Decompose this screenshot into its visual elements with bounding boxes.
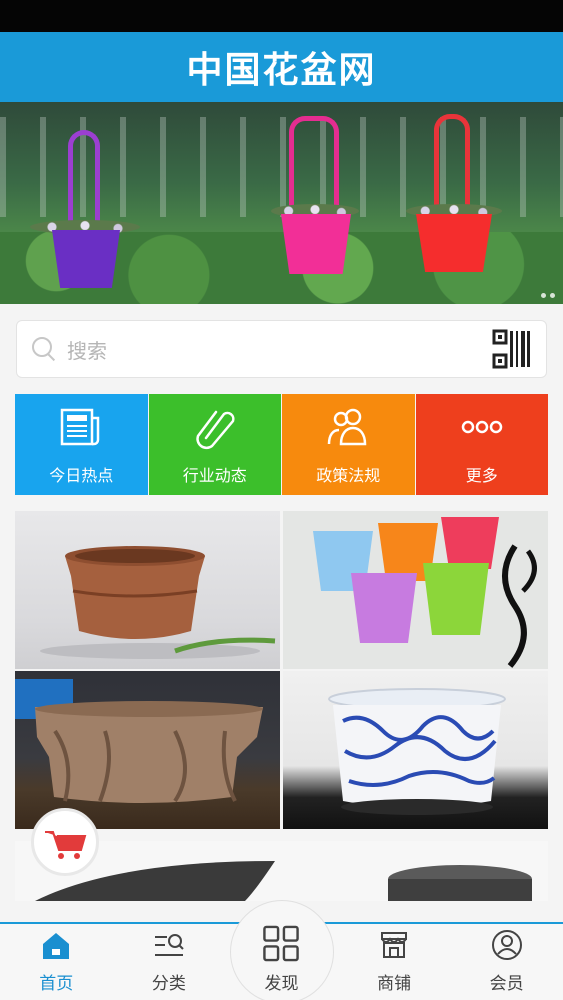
newspaper-icon [61, 408, 100, 445]
quick-link-hot-today[interactable]: 今日热点 [15, 394, 148, 495]
product-tile[interactable] [283, 671, 548, 829]
banner-dot [550, 293, 555, 298]
tab-shop[interactable]: 商铺 [338, 924, 451, 1000]
search-bar[interactable]: 搜索 [16, 320, 547, 378]
tab-home[interactable]: 首页 [0, 924, 113, 1000]
more-dots-icon [461, 420, 502, 433]
cart-icon [43, 820, 87, 864]
product-image-porcelain-pot [328, 688, 506, 815]
tab-label: 分类 [151, 974, 186, 994]
tab-category[interactable]: 分类 [113, 924, 226, 1000]
tab-label: 会员 [489, 974, 524, 994]
product-image-plastic-pots [313, 517, 537, 668]
quick-link-label: 更多 [465, 465, 498, 485]
quick-link-more[interactable]: 更多 [415, 394, 548, 495]
quick-links: 今日热点 行业动态 政策法规 更多 [15, 394, 548, 495]
product-tile[interactable] [283, 511, 548, 669]
search-input[interactable]: 搜索 [67, 335, 492, 364]
banner-dot [541, 293, 546, 298]
quick-link-label: 政策法规 [316, 465, 381, 485]
product-tile[interactable] [15, 511, 280, 669]
status-bar [0, 0, 563, 32]
quick-link-label: 今日热点 [49, 465, 114, 485]
tab-label: 首页 [39, 974, 74, 994]
banner-pagination [541, 293, 555, 298]
tab-discover[interactable]: 发现 [225, 924, 338, 1000]
quick-link-label: 行业动态 [182, 465, 247, 485]
product-tile[interactable] [15, 671, 280, 829]
user-icon [491, 930, 522, 960]
qr-code-icon[interactable] [492, 329, 532, 369]
banner-carousel[interactable] [0, 102, 563, 304]
search-icon [31, 336, 57, 362]
shop-icon [381, 932, 408, 958]
tab-label: 发现 [264, 974, 299, 994]
category-search-icon [154, 934, 184, 956]
grid-icon [263, 925, 300, 962]
people-icon [328, 408, 367, 445]
app-header: 中国花盆网 [0, 32, 563, 102]
quick-link-industry-news[interactable]: 行业动态 [148, 394, 281, 495]
home-icon [43, 933, 70, 959]
product-image-rootwood-pot [15, 679, 263, 803]
app-title: 中国花盆网 [186, 50, 377, 91]
tab-items: 首页 分类 发现 商铺 会员 [0, 924, 563, 1000]
tab-member[interactable]: 会员 [450, 924, 563, 1000]
product-image-zisha-pot [40, 546, 276, 659]
hanging-pot-red [400, 110, 510, 280]
cart-button[interactable] [31, 808, 99, 876]
quick-link-policy[interactable]: 政策法规 [282, 394, 415, 495]
tab-label: 商铺 [377, 974, 412, 994]
hanging-pot-purple [30, 122, 140, 292]
hanging-pot-pink [265, 110, 365, 290]
paperclip-icon [196, 410, 235, 449]
